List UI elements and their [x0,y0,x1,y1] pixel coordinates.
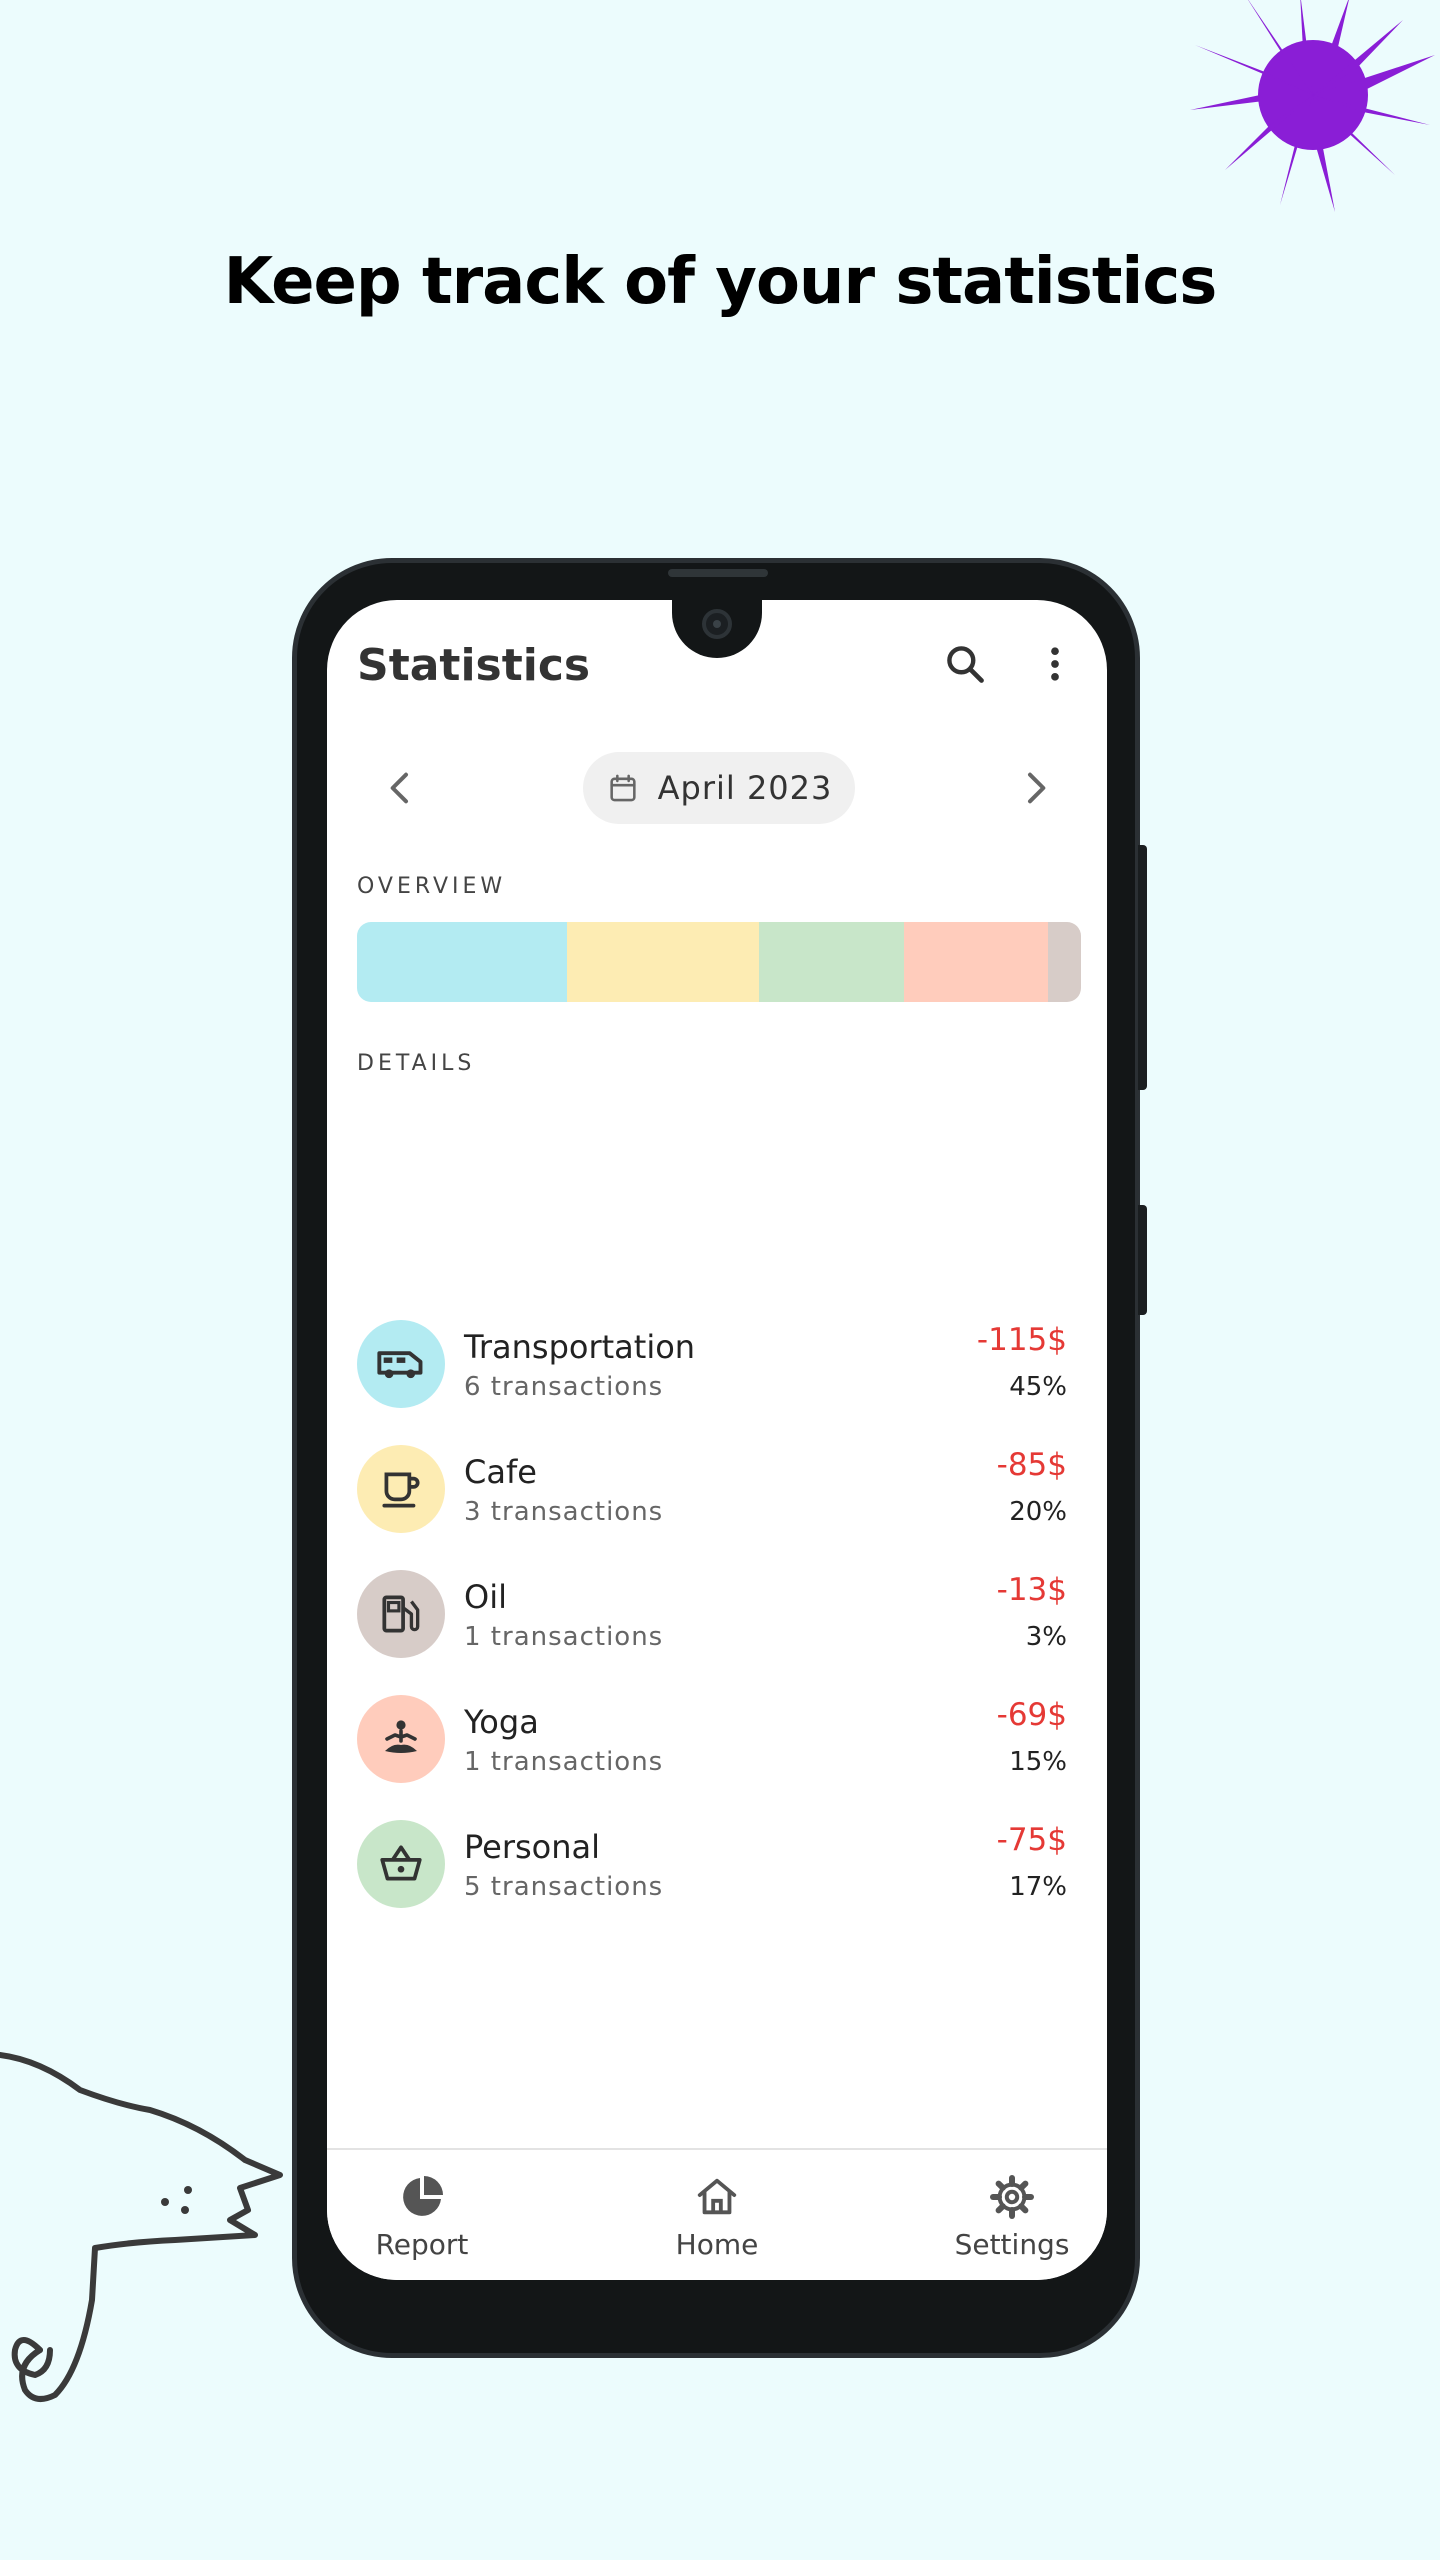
gear-icon [990,2175,1034,2219]
category-name: Oil [464,1578,507,1616]
more-options-button[interactable] [1029,638,1081,690]
category-amount: -69$ [996,1697,1067,1733]
month-selector: April 2023 [327,752,1107,824]
nav-settings-label: Settings [954,2228,1070,2261]
pie-chart-icon [403,2176,443,2216]
category-transactions: 1 transactions [464,1622,664,1652]
chevron-left-icon [390,772,408,804]
category-transactions: 3 transactions [464,1497,664,1527]
page-title: Statistics [357,640,591,691]
category-icon-bg [357,1570,445,1658]
category-percent: 17% [1009,1872,1067,1902]
category-row-yoga[interactable]: Yoga 1 transactions -69$ 15% [327,1695,1107,1820]
chevron-right-icon [1028,772,1046,804]
volume-button [1138,1205,1147,1315]
category-list: Transportation 6 transactions -115$ 45% … [327,1320,1107,1945]
category-amount: -13$ [996,1572,1067,1608]
overview-label: OVERVIEW [357,874,507,899]
category-icon-bg [357,1695,445,1783]
nav-report-label: Report [375,2228,469,2261]
month-label: April 2023 [657,769,833,807]
overview-segment-1 [566,922,759,1002]
category-amount: -75$ [996,1822,1067,1858]
category-icon-bg [357,1445,445,1533]
category-name: Transportation [464,1328,696,1366]
category-percent: 20% [1009,1497,1067,1527]
category-amount: -85$ [996,1447,1067,1483]
coffee-cup-icon [382,1472,420,1508]
home-icon [697,2178,737,2215]
category-row-transportation[interactable]: Transportation 6 transactions -115$ 45% [327,1320,1107,1445]
phone-screen: Statistics April 2023 OVERVIEW DETAILS T… [327,600,1107,2280]
overview-segment-4 [1048,922,1081,1002]
category-transactions: 5 transactions [464,1872,664,1902]
purple-burst-decoration [1190,0,1435,212]
nav-home-label: Home [675,2228,759,2261]
search-icon [947,646,984,683]
category-amount: -115$ [976,1322,1067,1358]
nav-home[interactable]: Home [627,2172,807,2261]
more-vert-icon [1051,647,1059,681]
basket-icon [380,1845,422,1881]
month-chip[interactable]: April 2023 [583,752,855,824]
category-row-personal[interactable]: Personal 5 transactions -75$ 17% [327,1820,1107,1945]
category-transactions: 1 transactions [464,1747,664,1777]
promo-headline: Keep track of your statistics [223,245,1218,319]
category-percent: 15% [1009,1747,1067,1777]
category-row-oil[interactable]: Oil 1 transactions -13$ 3% [327,1570,1107,1695]
category-transactions: 6 transactions [464,1372,664,1402]
meditation-icon [385,1720,417,1753]
next-month-button[interactable] [1003,756,1067,820]
category-percent: 45% [1009,1372,1067,1402]
category-icon-bg [357,1320,445,1408]
overview-bar [357,922,1081,1002]
category-row-cafe[interactable]: Cafe 3 transactions -85$ 20% [327,1445,1107,1570]
category-icon-bg [357,1820,445,1908]
nav-report[interactable]: Report [332,2172,512,2261]
details-label: DETAILS [357,1051,476,1076]
earpiece-speaker [668,569,768,577]
nav-settings[interactable]: Settings [922,2172,1102,2261]
calendar-icon [610,774,636,802]
front-camera [702,609,732,639]
overview-segment-2 [758,922,904,1002]
category-name: Personal [464,1828,601,1866]
overview-segment-3 [903,922,1049,1002]
bottom-navigation: Report Home Settings [327,2148,1107,2280]
category-name: Cafe [464,1453,537,1491]
camera-notch [672,600,762,658]
van-icon [377,1351,423,1379]
category-name: Yoga [464,1703,539,1741]
previous-month-button[interactable] [369,756,433,820]
cat-illustration [0,2052,283,2402]
category-percent: 3% [1025,1622,1067,1652]
overview-segment-0 [357,922,567,1002]
search-button[interactable] [939,638,991,690]
fuel-pump-icon [382,1595,420,1633]
power-button [1138,845,1147,1090]
